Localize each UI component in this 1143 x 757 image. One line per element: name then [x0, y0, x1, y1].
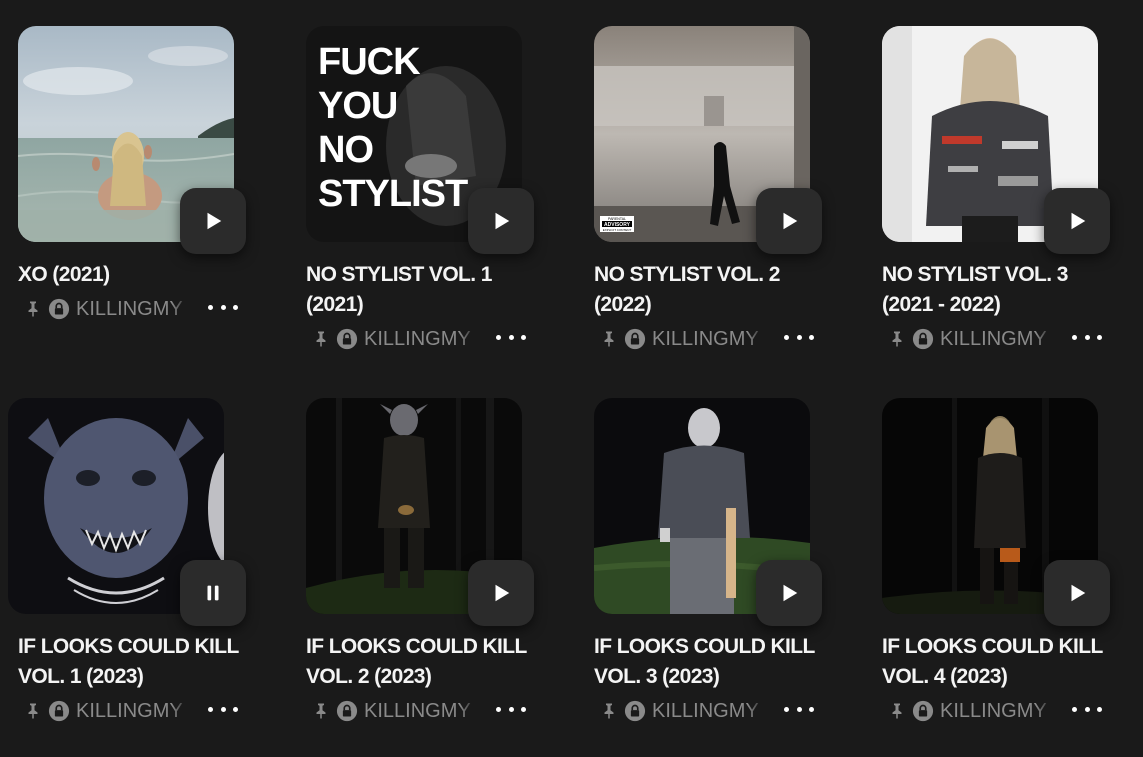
more-options-icon	[208, 706, 213, 712]
more-options-button[interactable]	[1072, 699, 1102, 719]
pin-icon	[892, 703, 902, 719]
svg-text:YOU: YOU	[318, 85, 397, 127]
album-title[interactable]: NO STYLIST VOL. 2 (2022)	[594, 260, 824, 320]
owner-name[interactable]: KILLINGMY	[940, 328, 1053, 351]
pin-icon	[28, 301, 38, 317]
svg-text:NO: NO	[318, 129, 373, 171]
album-meta: KILLINGMY	[888, 698, 1053, 724]
album-meta: KILLINGMY	[312, 326, 477, 352]
cover-text: FUCK	[318, 41, 421, 83]
album-title[interactable]: XO (2021)	[18, 260, 248, 290]
owner-name[interactable]: KILLINGMY	[940, 700, 1053, 723]
pin-icon	[316, 331, 326, 347]
album-meta: KILLINGMY	[888, 326, 1053, 352]
album-title[interactable]: IF LOOKS COULD KILL VOL. 1 (2023)	[18, 632, 248, 692]
owner-name[interactable]: KILLINGMY	[76, 298, 189, 321]
owner-name[interactable]: KILLINGMY	[364, 700, 477, 723]
owner-name[interactable]: KILLINGMY	[652, 700, 765, 723]
owner-name[interactable]: KILLINGMY	[652, 328, 765, 351]
play-button[interactable]	[1044, 188, 1110, 254]
play-button[interactable]	[180, 188, 246, 254]
lock-icon	[48, 298, 70, 320]
pin-icon	[604, 703, 614, 719]
play-icon	[495, 584, 510, 602]
more-options-button[interactable]	[496, 699, 526, 719]
album-meta: KILLINGMY	[600, 326, 765, 352]
album-title[interactable]: NO STYLIST VOL. 3 (2021 - 2022)	[882, 260, 1112, 320]
play-button[interactable]	[468, 560, 534, 626]
play-button[interactable]	[1044, 560, 1110, 626]
lock-icon	[912, 328, 934, 350]
album-grid: XO (2021) KILLINGMY FUCK YOU NO STYLIST	[0, 0, 1143, 757]
more-options-icon	[208, 304, 213, 310]
pin-icon	[28, 703, 38, 719]
more-options-button[interactable]	[208, 699, 238, 719]
play-icon	[495, 212, 510, 230]
album-meta: KILLINGMY	[24, 698, 189, 724]
album-title[interactable]: IF LOOKS COULD KILL VOL. 2 (2023)	[306, 632, 536, 692]
album-title[interactable]: NO STYLIST VOL. 1 (2021)	[306, 260, 536, 320]
play-icon	[783, 212, 798, 230]
more-options-icon	[496, 334, 501, 340]
play-button[interactable]	[468, 188, 534, 254]
more-options-button[interactable]	[1072, 327, 1102, 347]
album-meta: KILLINGMY	[600, 698, 765, 724]
owner-name[interactable]: KILLINGMY	[76, 700, 189, 723]
more-options-icon	[784, 706, 789, 712]
more-options-icon	[496, 706, 501, 712]
pause-button[interactable]	[180, 560, 246, 626]
album-title[interactable]: IF LOOKS COULD KILL VOL. 3 (2023)	[594, 632, 824, 692]
lock-icon	[336, 328, 358, 350]
lock-icon	[336, 700, 358, 722]
advisory-label: PARENTAL	[608, 217, 626, 221]
album-meta: KILLINGMY	[24, 296, 189, 322]
pin-icon	[892, 331, 902, 347]
album-meta: KILLINGMY	[312, 698, 477, 724]
svg-text:EXPLICIT CONTENT: EXPLICIT CONTENT	[603, 228, 632, 232]
play-icon	[207, 212, 222, 230]
play-icon	[1071, 212, 1086, 230]
album-title[interactable]: IF LOOKS COULD KILL VOL. 4 (2023)	[882, 632, 1112, 692]
lock-icon	[48, 700, 70, 722]
more-options-button[interactable]	[784, 699, 814, 719]
owner-name[interactable]: KILLINGMY	[364, 328, 477, 351]
play-icon	[783, 584, 798, 602]
more-options-button[interactable]	[496, 327, 526, 347]
more-options-icon	[1072, 334, 1077, 340]
play-button[interactable]	[756, 560, 822, 626]
more-options-button[interactable]	[208, 297, 238, 317]
pause-icon	[207, 585, 219, 601]
more-options-icon	[1072, 706, 1077, 712]
more-options-button[interactable]	[784, 327, 814, 347]
play-icon	[1071, 584, 1086, 602]
play-button[interactable]	[756, 188, 822, 254]
lock-icon	[624, 700, 646, 722]
pin-icon	[316, 703, 326, 719]
pin-icon	[604, 331, 614, 347]
svg-text:STYLIST: STYLIST	[318, 173, 468, 215]
lock-icon	[912, 700, 934, 722]
more-options-icon	[784, 334, 789, 340]
lock-icon	[624, 328, 646, 350]
